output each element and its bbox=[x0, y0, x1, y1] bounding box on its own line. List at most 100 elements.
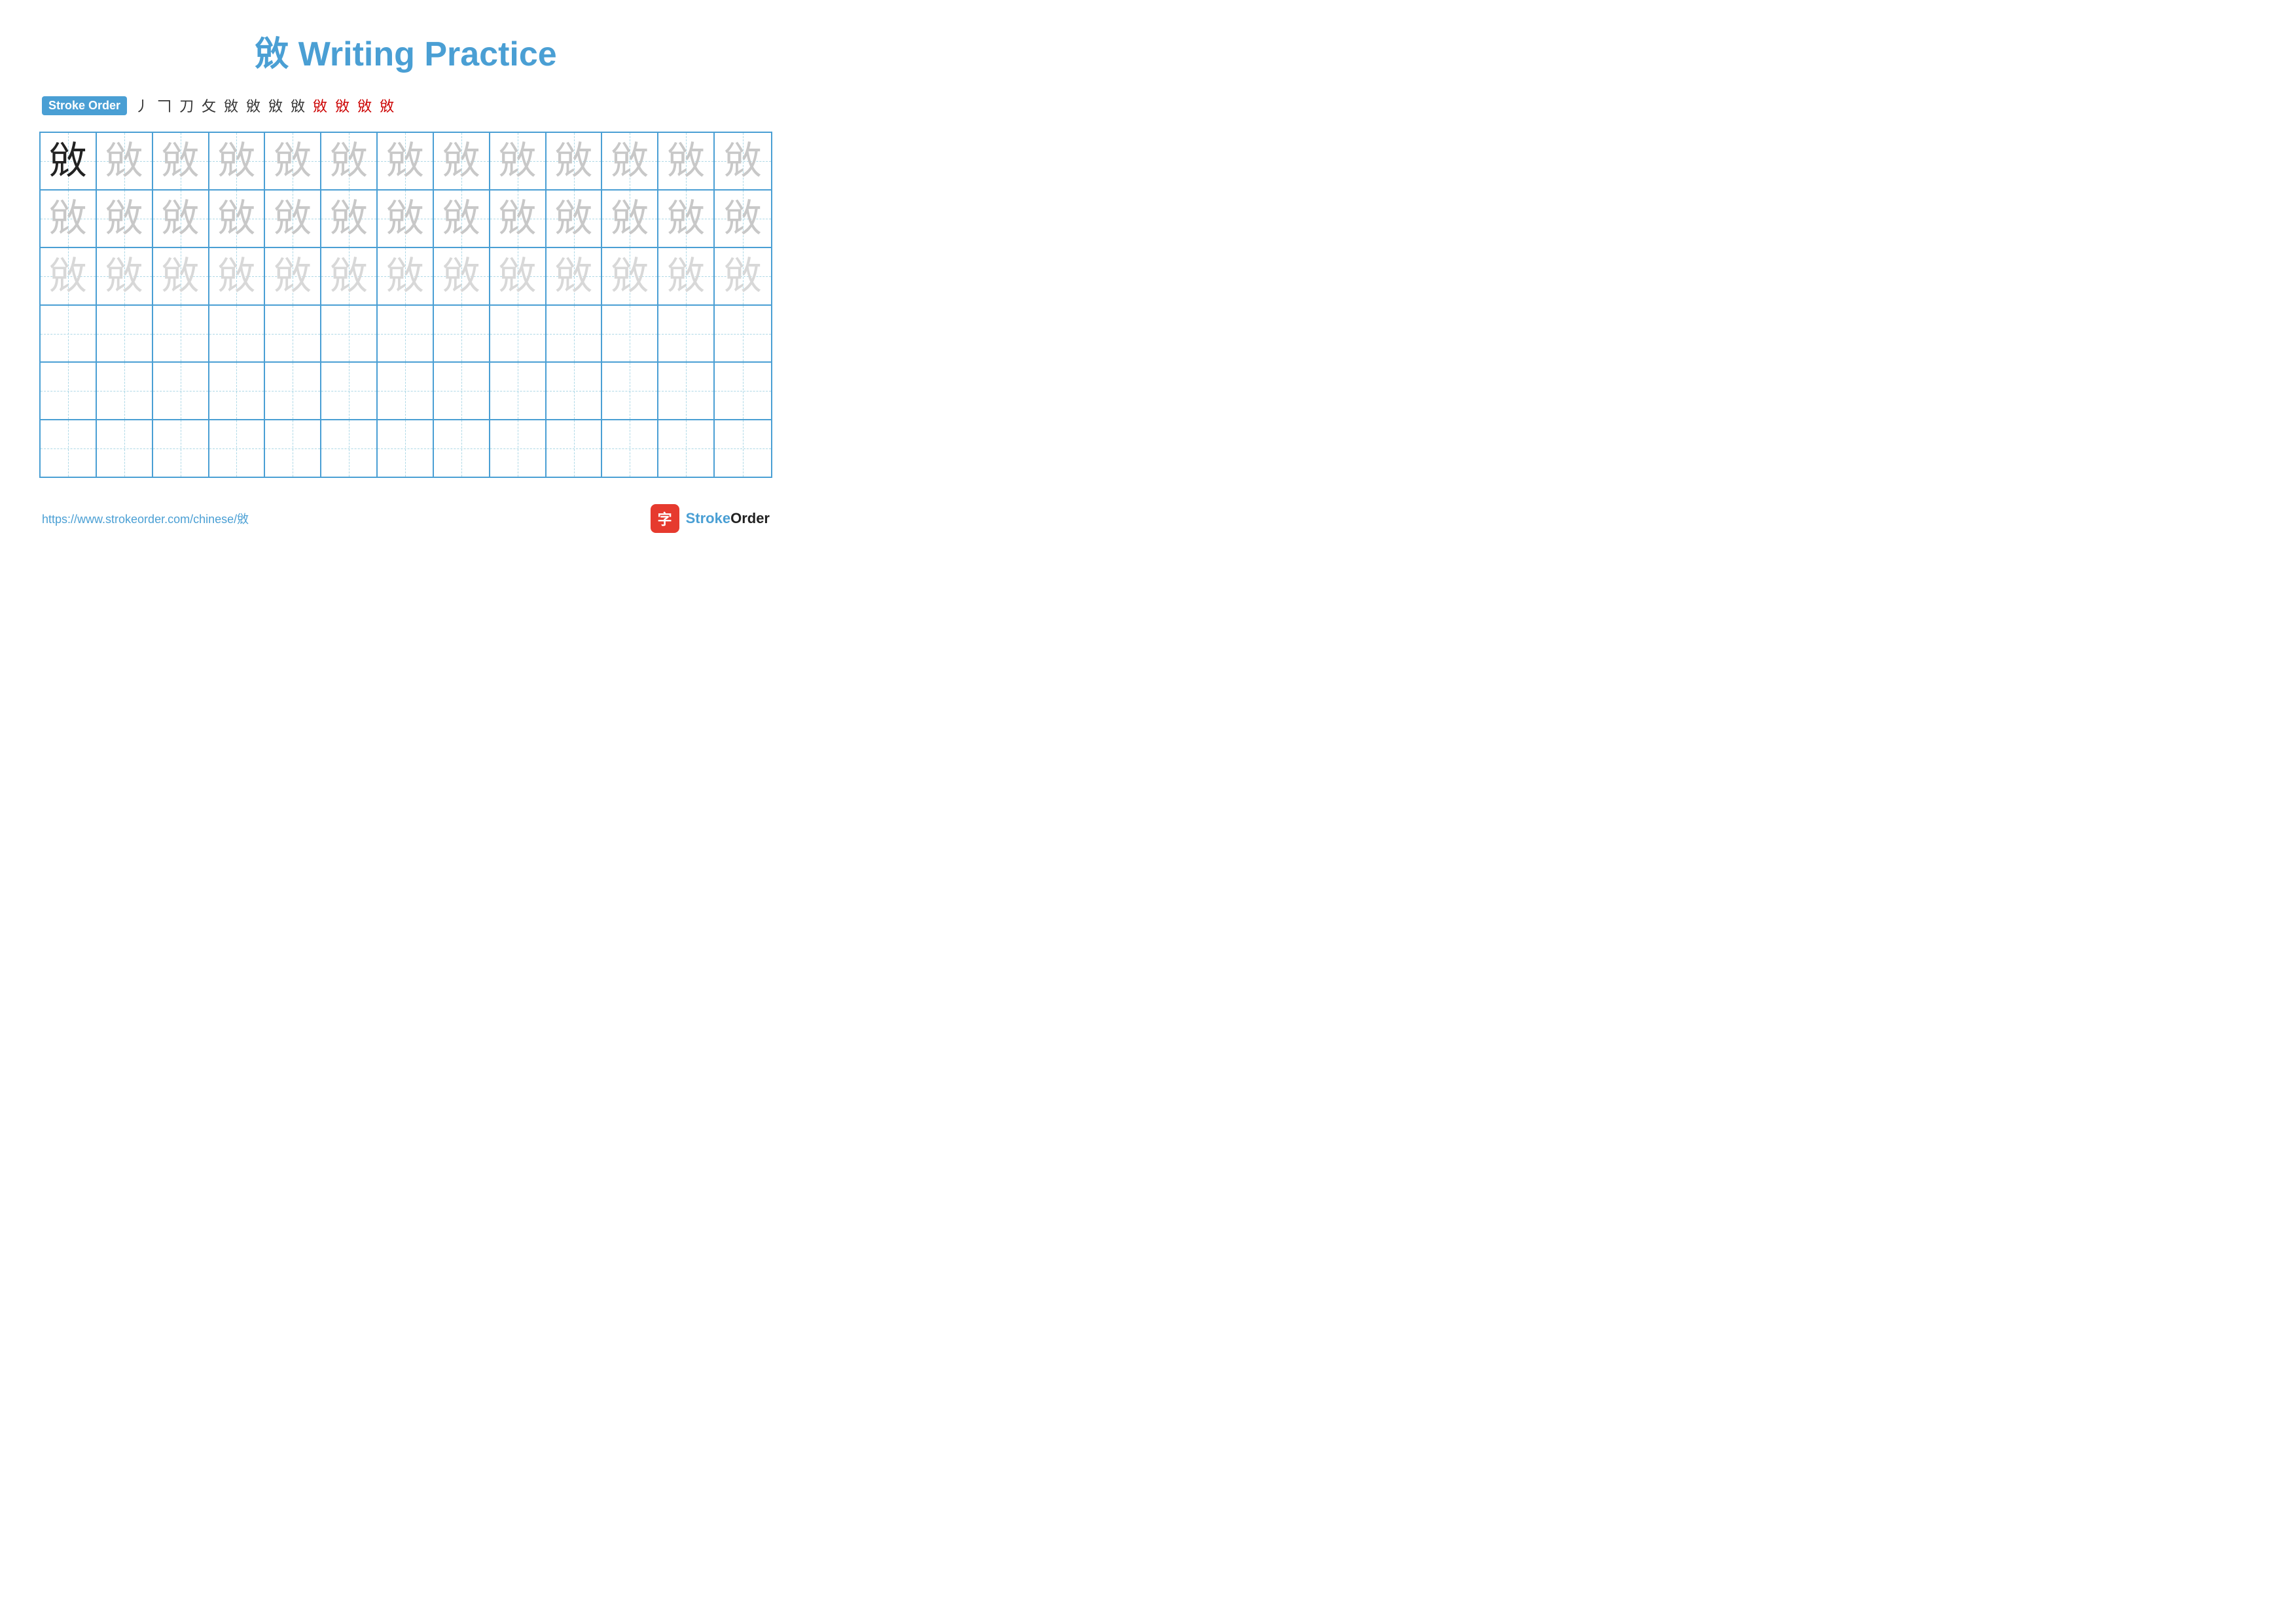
grid-cell[interactable]: 敓 bbox=[378, 133, 434, 189]
grid-cell[interactable] bbox=[41, 306, 97, 362]
grid-cell[interactable]: 敓 bbox=[265, 248, 321, 304]
grid-cell[interactable] bbox=[153, 420, 209, 477]
grid-cell[interactable] bbox=[715, 420, 771, 477]
grid-cell[interactable]: 敓 bbox=[602, 248, 658, 304]
stroke-step-11: 敓 bbox=[357, 95, 372, 116]
grid-row-6 bbox=[41, 420, 771, 477]
practice-char: 敓 bbox=[274, 142, 312, 180]
grid-cell[interactable] bbox=[490, 420, 547, 477]
grid-cell[interactable]: 敓 bbox=[153, 191, 209, 247]
grid-cell[interactable] bbox=[209, 306, 266, 362]
grid-cell[interactable]: 敓 bbox=[715, 248, 771, 304]
grid-cell[interactable] bbox=[97, 363, 153, 419]
grid-cell[interactable]: 敓 bbox=[265, 133, 321, 189]
practice-char: 敓 bbox=[162, 142, 200, 180]
grid-cell[interactable] bbox=[321, 306, 378, 362]
grid-cell[interactable]: 敓 bbox=[434, 191, 490, 247]
practice-char: 敓 bbox=[611, 257, 649, 295]
grid-cell[interactable] bbox=[547, 420, 603, 477]
grid-cell[interactable]: 敓 bbox=[490, 191, 547, 247]
grid-cell[interactable] bbox=[602, 363, 658, 419]
grid-cell[interactable]: 敓 bbox=[434, 133, 490, 189]
grid-cell[interactable] bbox=[658, 306, 715, 362]
grid-cell[interactable]: 敓 bbox=[490, 248, 547, 304]
practice-char: 敓 bbox=[442, 142, 480, 180]
grid-cell[interactable] bbox=[97, 306, 153, 362]
grid-cell[interactable]: 敓 bbox=[265, 191, 321, 247]
stroke-step-1: 丿 bbox=[135, 95, 149, 116]
grid-cell[interactable] bbox=[41, 363, 97, 419]
grid-cell[interactable] bbox=[658, 420, 715, 477]
grid-cell[interactable] bbox=[547, 363, 603, 419]
grid-cell[interactable]: 敓 bbox=[547, 248, 603, 304]
practice-char: 敓 bbox=[217, 142, 255, 180]
grid-cell[interactable]: 敓 bbox=[209, 133, 266, 189]
grid-cell[interactable] bbox=[658, 363, 715, 419]
grid-cell[interactable] bbox=[434, 306, 490, 362]
grid-cell[interactable]: 敓 bbox=[434, 248, 490, 304]
grid-cell[interactable]: 敓 bbox=[321, 191, 378, 247]
grid-cell[interactable]: 敓 bbox=[97, 191, 153, 247]
grid-cell[interactable]: 敓 bbox=[547, 191, 603, 247]
grid-cell[interactable]: 敓 bbox=[209, 191, 266, 247]
grid-cell[interactable]: 敓 bbox=[378, 248, 434, 304]
practice-char: 敓 bbox=[105, 257, 143, 295]
grid-cell[interactable]: 敓 bbox=[547, 133, 603, 189]
grid-cell[interactable] bbox=[209, 420, 266, 477]
practice-char: 敓 bbox=[724, 200, 762, 238]
grid-cell[interactable]: 敓 bbox=[97, 133, 153, 189]
grid-cell[interactable]: 敓 bbox=[715, 133, 771, 189]
grid-cell[interactable] bbox=[97, 420, 153, 477]
grid-cell[interactable]: 敓 bbox=[321, 133, 378, 189]
grid-cell[interactable]: 敓 bbox=[153, 133, 209, 189]
grid-cell[interactable] bbox=[602, 306, 658, 362]
grid-cell[interactable] bbox=[378, 306, 434, 362]
grid-cell[interactable] bbox=[321, 363, 378, 419]
grid-cell[interactable] bbox=[153, 306, 209, 362]
grid-cell[interactable] bbox=[434, 363, 490, 419]
practice-char: 敓 bbox=[667, 257, 705, 295]
practice-char: 敓 bbox=[217, 257, 255, 295]
grid-cell[interactable]: 敓 bbox=[378, 191, 434, 247]
practice-char: 敓 bbox=[724, 142, 762, 180]
grid-cell[interactable]: 敓 bbox=[658, 191, 715, 247]
grid-cell[interactable]: 敓 bbox=[602, 133, 658, 189]
grid-cell[interactable] bbox=[602, 420, 658, 477]
grid-cell[interactable]: 敓 bbox=[97, 248, 153, 304]
grid-cell[interactable] bbox=[490, 306, 547, 362]
grid-cell[interactable] bbox=[265, 306, 321, 362]
grid-cell[interactable] bbox=[209, 363, 266, 419]
grid-cell[interactable]: 敓 bbox=[41, 248, 97, 304]
stroke-step-3: 刀 bbox=[179, 95, 194, 116]
grid-cell[interactable] bbox=[378, 420, 434, 477]
grid-cell[interactable]: 敓 bbox=[715, 191, 771, 247]
grid-cell[interactable]: 敓 bbox=[602, 191, 658, 247]
grid-cell[interactable]: 敓 bbox=[321, 248, 378, 304]
grid-row-5 bbox=[41, 363, 771, 420]
grid-cell[interactable]: 敓 bbox=[41, 133, 97, 189]
stroke-step-9: 敓 bbox=[313, 95, 327, 116]
grid-cell[interactable] bbox=[265, 363, 321, 419]
grid-cell[interactable] bbox=[547, 306, 603, 362]
grid-cell[interactable]: 敓 bbox=[41, 191, 97, 247]
grid-cell[interactable] bbox=[490, 363, 547, 419]
grid-cell[interactable] bbox=[321, 420, 378, 477]
grid-cell[interactable] bbox=[378, 363, 434, 419]
stroke-step-4: 攵 bbox=[202, 95, 216, 116]
grid-cell[interactable]: 敓 bbox=[658, 133, 715, 189]
grid-cell[interactable] bbox=[265, 420, 321, 477]
grid-cell[interactable] bbox=[434, 420, 490, 477]
page-title: 敓 Writing Practice bbox=[39, 26, 772, 75]
practice-char: 敓 bbox=[274, 257, 312, 295]
grid-cell[interactable] bbox=[41, 420, 97, 477]
grid-cell[interactable] bbox=[153, 363, 209, 419]
grid-cell[interactable]: 敓 bbox=[153, 248, 209, 304]
footer-url[interactable]: https://www.strokeorder.com/chinese/敓 bbox=[42, 510, 249, 527]
grid-cell[interactable]: 敓 bbox=[209, 248, 266, 304]
title-section: 敓 Writing Practice bbox=[39, 26, 772, 75]
grid-cell[interactable] bbox=[715, 363, 771, 419]
grid-cell[interactable]: 敓 bbox=[658, 248, 715, 304]
practice-char: 敓 bbox=[330, 257, 368, 295]
grid-cell[interactable] bbox=[715, 306, 771, 362]
grid-cell[interactable]: 敓 bbox=[490, 133, 547, 189]
